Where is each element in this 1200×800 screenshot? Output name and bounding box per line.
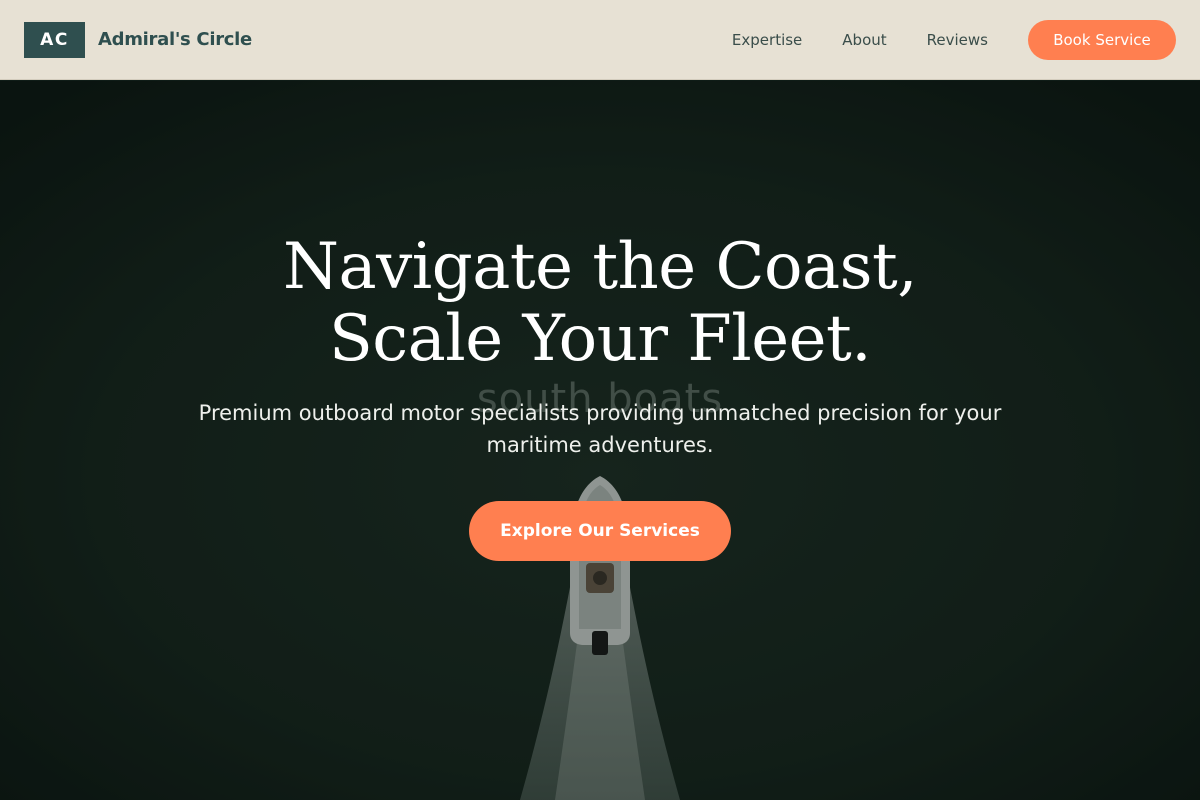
- hero-section: south boats Navigate the Coast, Scale Yo…: [0, 81, 1200, 800]
- hero-subheadline: Premium outboard motor specialists provi…: [198, 401, 1002, 457]
- explore-services-button[interactable]: Explore Our Services: [469, 501, 731, 561]
- site-header: AC Admiral's Circle Expertise About Revi…: [0, 0, 1200, 80]
- logo[interactable]: AC: [24, 21, 85, 58]
- hero-content: Navigate the Coast, Scale Your Fleet. Pr…: [0, 231, 1200, 561]
- hero-headline: Navigate the Coast, Scale Your Fleet.: [0, 231, 1200, 375]
- hero-headline-line1: Navigate the Coast,: [282, 230, 918, 304]
- nav-link-about[interactable]: About: [842, 31, 886, 49]
- brand-name[interactable]: Admiral's Circle: [98, 29, 252, 50]
- hero-headline-line2: Scale Your Fleet.: [328, 302, 872, 376]
- main-nav: Expertise About Reviews Book Service: [732, 19, 1176, 60]
- nav-link-expertise[interactable]: Expertise: [732, 31, 802, 49]
- book-service-button[interactable]: Book Service: [1028, 19, 1176, 60]
- nav-link-reviews[interactable]: Reviews: [927, 31, 988, 49]
- brand[interactable]: AC Admiral's Circle: [24, 21, 252, 58]
